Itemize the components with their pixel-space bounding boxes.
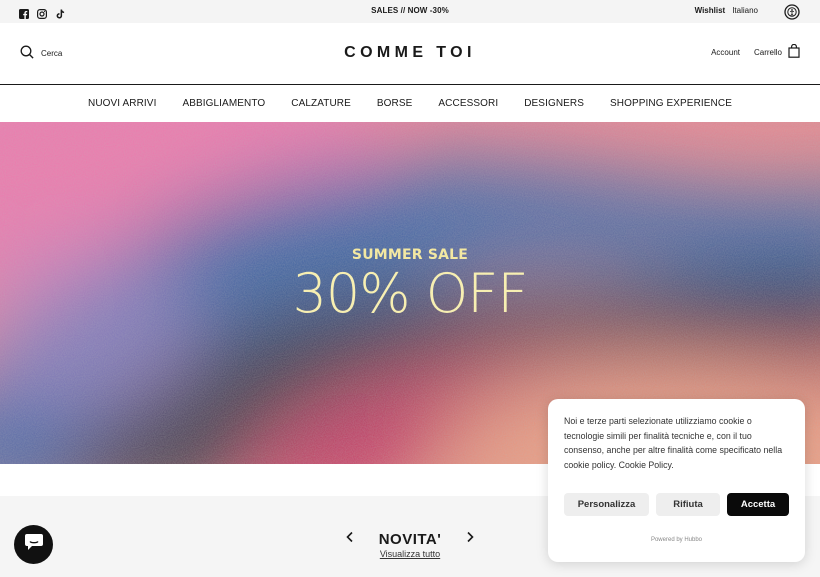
chat-button[interactable]: [14, 525, 53, 564]
accept-button[interactable]: Accetta: [727, 493, 789, 516]
cookie-text: Noi e terze parti selezionate utilizziam…: [564, 416, 783, 470]
site-logo[interactable]: COMME TOI: [0, 44, 820, 62]
hero-title: 30% OFF: [292, 262, 529, 325]
wishlist-link[interactable]: Wishlist: [695, 6, 726, 15]
announcement-bar: SALES // NOW -30% Wishlist Italiano: [0, 0, 820, 23]
nav-item-nuovi-arrivi[interactable]: NUOVI ARRIVI: [88, 98, 156, 109]
chat-icon: [24, 533, 44, 556]
reject-button[interactable]: Rifiuta: [656, 493, 720, 516]
nav-item-borse[interactable]: BORSE: [377, 98, 413, 109]
header-actions: Account Carrello: [711, 43, 800, 60]
nav-item-accessori[interactable]: ACCESSORI: [438, 98, 498, 109]
top-right-links: Wishlist Italiano: [695, 6, 758, 15]
cart-label: Carrello: [753, 47, 782, 57]
site-header: Cerca COMME TOI Account Carrello: [0, 23, 820, 85]
shopping-bag-icon: [788, 43, 800, 60]
hero-subtitle: SUMMER SALE: [351, 247, 469, 263]
powered-by[interactable]: Powered by Hubbo: [548, 537, 805, 543]
nav-item-abbigliamento[interactable]: ABBIGLIAMENTO: [182, 98, 265, 109]
main-navigation: NUOVI ARRIVI ABBIGLIAMENTO CALZATURE BOR…: [0, 85, 820, 122]
account-link[interactable]: Account: [711, 48, 740, 57]
page: SALES // NOW -30% Wishlist Italiano Cerc…: [0, 0, 820, 577]
customize-button[interactable]: Personalizza: [564, 493, 649, 516]
nav-item-shopping-experience[interactable]: SHOPPING EXPERIENCE: [610, 98, 732, 109]
nav-item-designers[interactable]: DESIGNERS: [524, 98, 584, 109]
cart-button[interactable]: Carrello: [753, 43, 800, 60]
accessibility-icon[interactable]: [784, 4, 800, 20]
nav-item-calzature[interactable]: CALZATURE: [291, 98, 351, 109]
cookie-consent-dialog: Noi e terze parti selezionate utilizziam…: [548, 399, 805, 562]
chevron-right-icon[interactable]: [464, 530, 476, 543]
language-selector[interactable]: Italiano: [732, 6, 758, 15]
